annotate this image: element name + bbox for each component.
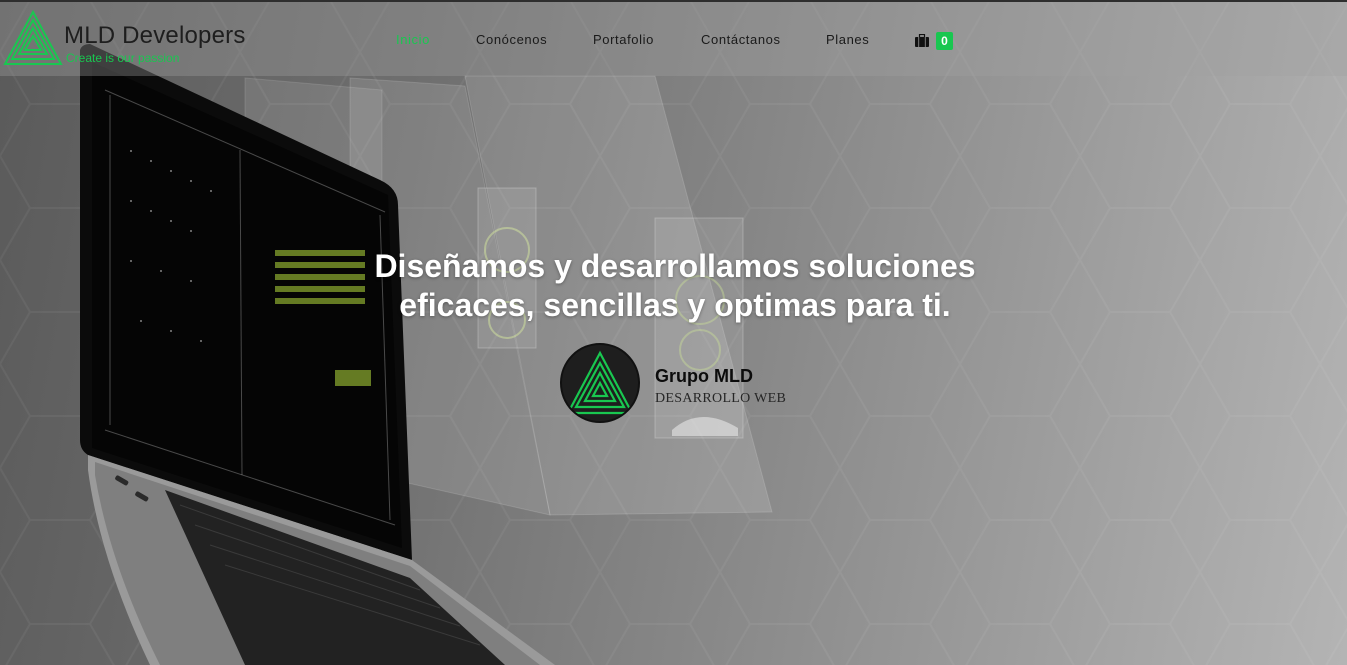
brand-tagline: Create is our passion xyxy=(66,51,180,65)
group-name: Grupo MLD xyxy=(655,366,753,386)
laptop-illustration xyxy=(80,44,773,665)
brand-name[interactable]: MLD Developers xyxy=(64,22,246,50)
nav-item-portafolio[interactable]: Portafolio xyxy=(593,32,654,47)
hero-headline-line2: eficaces, sencillas y optimas para ti. xyxy=(399,287,951,323)
group-avatar xyxy=(560,343,640,423)
nav-item-inicio[interactable]: Inicio xyxy=(396,32,430,47)
cart-count-badge[interactable]: 0 xyxy=(936,32,953,50)
mld-avatar-logo-icon xyxy=(566,350,634,415)
hero-headline-line1: Diseñamos y desarrollamos soluciones xyxy=(374,248,976,284)
nav-item-contactanos[interactable]: Contáctanos xyxy=(701,32,781,47)
hero-headline: Diseñamos y desarrollamos soluciones efi… xyxy=(340,247,1010,325)
mld-logo-icon[interactable] xyxy=(2,8,64,68)
hero-section: MLD Developers Create is our passion Ini… xyxy=(0,0,1347,665)
navbar: MLD Developers Create is our passion Ini… xyxy=(0,2,1347,76)
nav-item-conocenos[interactable]: Conócenos xyxy=(476,32,547,47)
nav-item-planes[interactable]: Planes xyxy=(826,32,869,47)
group-role: DESARROLLO WEB xyxy=(655,391,787,406)
briefcase-icon[interactable] xyxy=(915,34,929,47)
